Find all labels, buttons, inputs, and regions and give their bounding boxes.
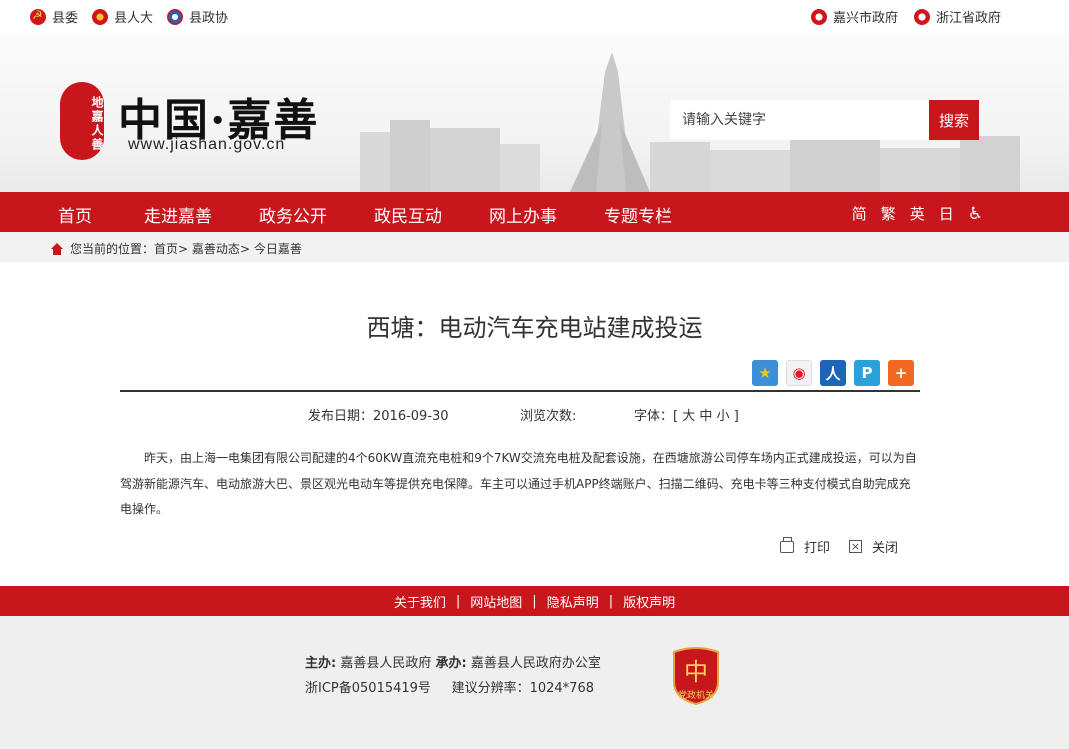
print-button[interactable]: 打印 — [780, 536, 831, 556]
footer-link-privacy[interactable]: 隐私声明 — [547, 592, 599, 611]
gov-org-badge-icon[interactable]: 中 党政机关 — [670, 646, 722, 706]
english-button[interactable]: 英 — [910, 203, 925, 224]
publish-date: 发布日期：2016-09-30 — [308, 409, 449, 424]
printer-icon — [780, 536, 794, 553]
breadcrumb-news[interactable]: 嘉善动态 — [192, 240, 240, 257]
footer-link-copyright[interactable]: 版权声明 — [623, 592, 675, 611]
title-divider — [120, 390, 920, 392]
footer: 主办: 嘉善县人民政府 承办: 嘉善县人民政府办公室 浙ICP备05015419… — [0, 616, 1069, 749]
footer-separator: | — [455, 593, 461, 609]
top-link-zhejiang[interactable]: 浙江省政府 — [913, 7, 1001, 26]
gov-emblem-icon — [913, 8, 930, 25]
top-link-label: 县委 — [52, 11, 79, 26]
font-medium-button[interactable]: 中 — [699, 409, 712, 424]
qzone-share-icon[interactable]: ★ — [752, 360, 778, 386]
font-size-switcher: 字体：[ 大 中 小 ] — [634, 405, 739, 424]
language-tools: 简 繁 英 日 ♿ — [838, 203, 983, 224]
more-share-icon[interactable]: + — [888, 360, 914, 386]
badge-label: 党政机关 — [678, 689, 714, 701]
top-link-party[interactable]: 县委 — [30, 7, 78, 26]
nav-item-interaction[interactable]: 政民互动 — [374, 202, 442, 227]
close-label: 关闭 — [872, 541, 899, 556]
page: 县委 县人大 县政协 嘉兴市政府 浙江省政府 — [0, 0, 1069, 749]
simplified-chinese-button[interactable]: 简 — [852, 203, 867, 224]
top-link-label: 嘉兴市政府 — [832, 11, 898, 26]
close-button[interactable]: × 关闭 — [849, 537, 898, 556]
top-links-right: 嘉兴市政府 浙江省政府 — [795, 7, 1001, 26]
nav-item-topics[interactable]: 专题专栏 — [604, 202, 672, 227]
article-title: 西塘：电动汽车充电站建成投运 — [366, 314, 703, 342]
resolution-note: 建议分辨率：1024*768 — [451, 681, 594, 696]
organizer-name: 嘉善县人民政府办公室 — [470, 656, 601, 671]
search-button[interactable]: 搜索 — [929, 100, 979, 140]
top-link-npc[interactable]: 县人大 — [92, 7, 153, 26]
share-bar: ★ ◉ 人 P + — [752, 360, 922, 386]
font-size-label: 字体：[ — [634, 409, 679, 424]
print-label: 打印 — [804, 541, 831, 556]
breadcrumb-prefix: 您当前的位置： — [70, 242, 155, 256]
close-icon: × — [849, 540, 862, 553]
font-large-button[interactable]: 大 — [682, 409, 695, 424]
home-icon — [50, 242, 64, 255]
traditional-chinese-button[interactable]: 繁 — [881, 203, 896, 224]
top-link-label: 浙江省政府 — [935, 11, 1001, 26]
gov-emblem-icon — [810, 8, 827, 25]
cppcc-emblem-icon — [167, 8, 184, 25]
search-input[interactable] — [670, 100, 929, 140]
breadcrumb-separator: > — [178, 241, 189, 256]
icp-number[interactable]: 浙ICP备05015419号 — [305, 681, 431, 696]
national-emblem-icon — [92, 8, 109, 25]
top-link-cppcc[interactable]: 县政协 — [167, 7, 228, 26]
tencent-share-icon[interactable]: P — [854, 360, 880, 386]
font-small-button[interactable]: 小 — [717, 409, 730, 424]
header-banner: 地嘉人善 中国·嘉善 www.jiashan.gov.cn 搜索 — [0, 32, 1069, 192]
sponsor-label: 主办: — [305, 656, 337, 671]
logo-seal: 地嘉人善 — [60, 82, 104, 160]
top-link-label: 县政协 — [189, 11, 229, 26]
article-body: 昨天，由上海一电集团有限公司配建的4个60KW直流充电桩和9个7KW交流充电桩及… — [120, 451, 917, 516]
breadcrumb-separator: > — [239, 241, 250, 256]
footer-sponsor-line: 主办: 嘉善县人民政府 承办: 嘉善县人民政府办公室 — [305, 652, 601, 671]
nav-item-gov-affairs[interactable]: 政务公开 — [259, 202, 327, 227]
footer-separator: | — [532, 593, 537, 609]
breadcrumb-home[interactable]: 首页 — [154, 240, 178, 257]
organizer-label: 承办: — [435, 656, 467, 671]
party-emblem-icon — [30, 8, 46, 25]
nav-item-about[interactable]: 走进嘉善 — [144, 202, 212, 227]
breadcrumb-bar: 您当前的位置： 首页 > 嘉善动态 > 今日嘉善 — [0, 232, 1069, 262]
search-box: 搜索 — [670, 100, 979, 140]
footer-separator: | — [608, 593, 614, 609]
breadcrumb: 您当前的位置： 首页 > 嘉善动态 > 今日嘉善 — [50, 240, 302, 257]
main-nav: 首页 走进嘉善 政务公开 政民互动 网上办事 专题专栏 简 繁 英 日 ♿ — [0, 192, 1069, 232]
sponsor-name: 嘉善县人民政府 — [340, 656, 432, 671]
footer-nav: 关于我们 | 网站地图 | 隐私声明 | 版权声明 — [0, 586, 1069, 616]
renren-share-icon[interactable]: 人 — [820, 360, 846, 386]
footer-link-sitemap[interactable]: 网站地图 — [470, 592, 522, 611]
footer-link-about[interactable]: 关于我们 — [394, 592, 446, 611]
weibo-share-icon[interactable]: ◉ — [786, 360, 812, 386]
svg-text:中: 中 — [684, 658, 708, 686]
top-strip: 县委 县人大 县政协 嘉兴市政府 浙江省政府 — [0, 0, 1069, 32]
top-links-left: 县委 县人大 县政协 — [30, 7, 242, 26]
font-size-close: ] — [733, 409, 739, 424]
top-link-jiaxing[interactable]: 嘉兴市政府 — [810, 7, 898, 26]
footer-icp-line: 浙ICP备05015419号 建议分辨率：1024*768 — [305, 677, 594, 696]
breadcrumb-today[interactable]: 今日嘉善 — [254, 240, 302, 257]
japanese-button[interactable]: 日 — [939, 203, 954, 224]
accessibility-icon[interactable]: ♿ — [968, 204, 983, 224]
nav-item-online-service[interactable]: 网上办事 — [489, 202, 557, 227]
nav-item-home[interactable]: 首页 — [58, 202, 92, 227]
site-url: www.jiashan.gov.cn — [128, 136, 286, 153]
top-link-label: 县人大 — [114, 11, 154, 26]
view-count-label: 浏览次数: — [520, 409, 577, 424]
